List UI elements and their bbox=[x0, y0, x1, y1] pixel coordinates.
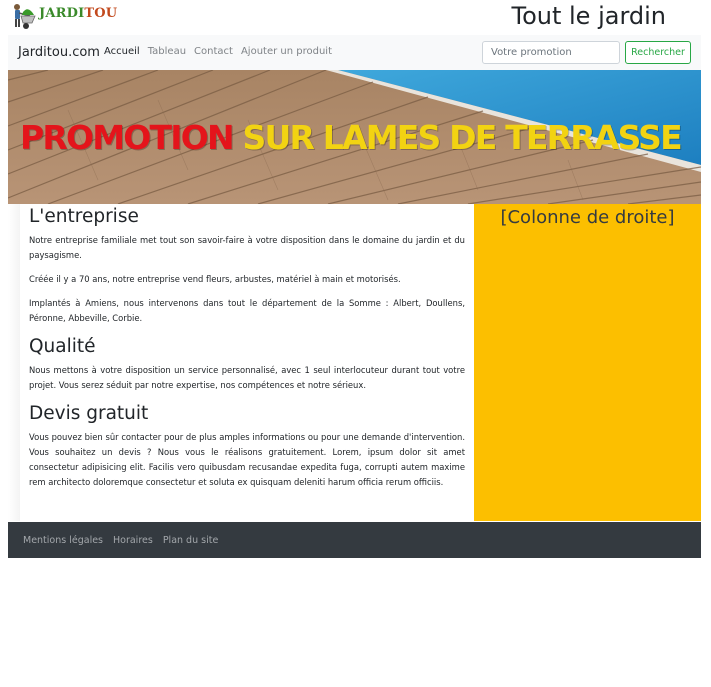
section-title-devis: Devis gratuit bbox=[29, 403, 149, 424]
navbar-brand[interactable]: Jarditou.com bbox=[18, 45, 100, 60]
site-header: JARDITOU Tout le jardin bbox=[8, 0, 701, 35]
nav-link-accueil[interactable]: Accueil bbox=[104, 46, 140, 57]
paragraph: Notre entreprise familiale met tout son … bbox=[29, 235, 465, 260]
logo-text: JARDITOU bbox=[39, 6, 117, 21]
banner-headline: PROMOTION SUR LAMES DE TERRASSE bbox=[20, 118, 683, 157]
paragraph: Nous mettons à votre disposition un serv… bbox=[29, 365, 465, 390]
logo[interactable]: JARDITOU bbox=[8, 0, 117, 32]
right-column-title: [Colonne de droite] bbox=[500, 207, 675, 228]
content-shadow bbox=[8, 204, 20, 521]
logo-text-part1: JARDI bbox=[39, 6, 85, 21]
nav-link-ajouter-produit[interactable]: Ajouter un produit bbox=[241, 46, 332, 57]
wheelbarrow-icon bbox=[14, 4, 36, 29]
paragraph: Implantés à Amiens, nous intervenons dan… bbox=[29, 298, 465, 323]
banner-text-promotion: PROMOTION bbox=[20, 118, 235, 157]
paragraph: Créée il y a 70 ans, notre entreprise ve… bbox=[29, 274, 401, 284]
logo-text-part2: TOU bbox=[84, 6, 118, 21]
footer-link-plan-du-site[interactable]: Plan du site bbox=[163, 535, 218, 546]
footer-link-mentions-legales[interactable]: Mentions légales bbox=[23, 535, 103, 546]
nav-link-contact[interactable]: Contact bbox=[194, 46, 233, 57]
footer-links: Mentions légales Horaires Plan du site bbox=[23, 535, 228, 546]
section-title-qualite: Qualité bbox=[29, 336, 96, 357]
right-column: [Colonne de droite] bbox=[474, 204, 701, 521]
site-footer: Mentions légales Horaires Plan du site bbox=[8, 522, 701, 558]
nav-link-tableau[interactable]: Tableau bbox=[148, 46, 186, 57]
nav-links: Accueil Tableau Contact Ajouter un produ… bbox=[104, 46, 340, 57]
search-button[interactable]: Rechercher bbox=[625, 41, 691, 64]
navbar: Jarditou.com Accueil Tableau Contact Ajo… bbox=[8, 35, 701, 70]
promo-banner: PROMOTION SUR LAMES DE TERRASSE bbox=[8, 70, 701, 204]
section-title-entreprise: L'entreprise bbox=[29, 206, 139, 227]
main-content: L'entreprise Notre entreprise familiale … bbox=[20, 204, 474, 521]
search-input[interactable] bbox=[482, 41, 620, 64]
page-title: Tout le jardin bbox=[511, 2, 666, 30]
footer-link-horaires[interactable]: Horaires bbox=[113, 535, 153, 546]
banner-text-subject: SUR LAMES DE TERRASSE bbox=[242, 118, 683, 157]
paragraph: Vous pouvez bien sûr contacter pour de p… bbox=[29, 432, 465, 487]
